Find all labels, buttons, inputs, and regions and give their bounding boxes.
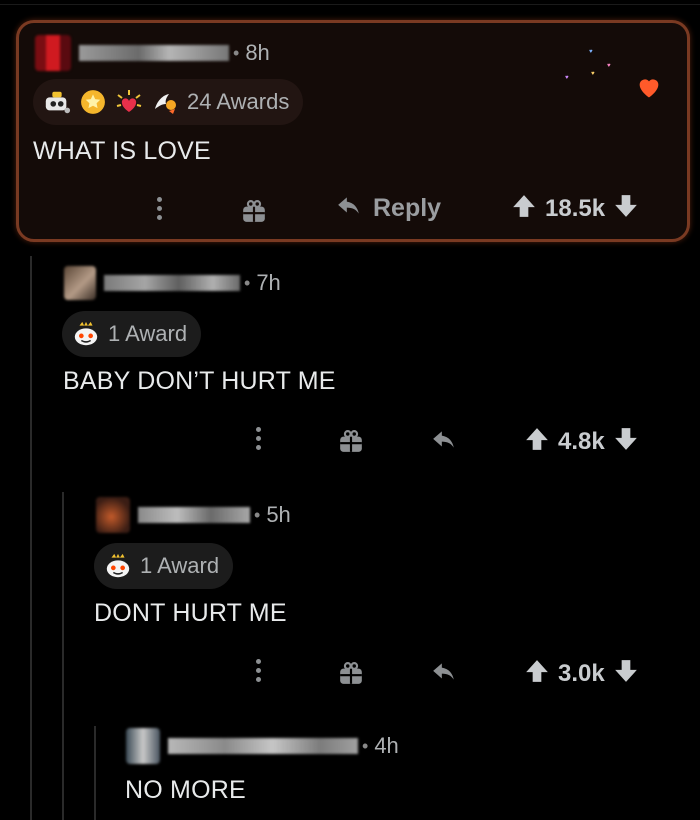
avatar[interactable] bbox=[96, 497, 130, 533]
star-award-icon bbox=[79, 88, 107, 116]
downvote-icon[interactable] bbox=[613, 658, 639, 689]
kebab-menu-icon bbox=[254, 659, 262, 682]
awards-pill[interactable]: 24 Awards bbox=[33, 79, 304, 125]
heart-burst-award-icon bbox=[115, 88, 143, 116]
reply-button[interactable] bbox=[430, 659, 458, 690]
comment-body: DONT HURT ME bbox=[94, 599, 287, 627]
awards-pill[interactable]: 1 Award bbox=[94, 543, 234, 589]
snoo-award-icon bbox=[104, 552, 132, 580]
upvote-icon[interactable] bbox=[511, 193, 537, 224]
comment-body: WHAT IS LOVE bbox=[33, 137, 211, 165]
more-options-button[interactable] bbox=[155, 197, 163, 220]
separator-dot: • bbox=[233, 42, 240, 63]
vote-controls: 18.5k bbox=[511, 193, 639, 224]
username-redacted[interactable] bbox=[168, 738, 358, 754]
gift-icon bbox=[241, 198, 267, 229]
give-award-button[interactable] bbox=[338, 660, 364, 691]
top-divider bbox=[0, 4, 700, 5]
awards-count: 1 Award bbox=[140, 553, 220, 578]
comment-meta: • 7h bbox=[64, 266, 281, 300]
separator-dot: • bbox=[362, 735, 369, 756]
reply-label: Reply bbox=[373, 194, 442, 222]
more-options-button[interactable] bbox=[254, 659, 262, 682]
upvote-icon[interactable] bbox=[524, 426, 550, 457]
separator-dot: • bbox=[244, 272, 251, 293]
comment-body: NO MORE bbox=[125, 776, 246, 804]
downvote-icon[interactable] bbox=[613, 426, 639, 457]
awards-count: 24 Awards bbox=[187, 89, 290, 114]
awards-count: 1 Award bbox=[108, 321, 188, 346]
wings-award-icon bbox=[151, 88, 179, 116]
comment-age: 5h bbox=[266, 502, 291, 527]
comment-meta: • 4h bbox=[126, 728, 399, 764]
score: 18.5k bbox=[545, 194, 606, 222]
username-redacted[interactable] bbox=[79, 45, 229, 61]
vote-controls: 3.0k bbox=[524, 658, 639, 689]
upvote-icon[interactable] bbox=[524, 658, 550, 689]
username-redacted[interactable] bbox=[104, 275, 240, 291]
comment-age: 7h bbox=[256, 270, 281, 295]
give-award-button[interactable] bbox=[241, 198, 267, 229]
gift-icon bbox=[338, 428, 364, 459]
heart-icon bbox=[635, 73, 663, 101]
comment-highlighted[interactable]: • 8h ♥ ♥ ♥ ♥ 24 Awards WHAT IS LOVE Repl… bbox=[16, 20, 690, 242]
reply-arrow-icon bbox=[335, 193, 363, 224]
reply-arrow-icon bbox=[430, 659, 458, 690]
awards-pill[interactable]: 1 Award bbox=[62, 311, 202, 357]
downvote-icon[interactable] bbox=[613, 193, 639, 224]
comment-age: 4h bbox=[374, 733, 399, 758]
comment-meta: • 5h bbox=[96, 497, 291, 533]
separator-dot: • bbox=[254, 504, 261, 525]
comment-meta: • 8h bbox=[35, 35, 270, 71]
thread-line[interactable] bbox=[62, 492, 64, 820]
score: 3.0k bbox=[558, 659, 605, 687]
more-options-button[interactable] bbox=[254, 427, 262, 450]
comment-age: 8h bbox=[245, 40, 270, 65]
comment-body: BABY DON’T HURT ME bbox=[63, 367, 336, 395]
reply-button[interactable]: Reply bbox=[335, 193, 441, 224]
thread-line[interactable] bbox=[94, 726, 96, 820]
kebab-menu-icon bbox=[254, 427, 262, 450]
give-award-button[interactable] bbox=[338, 428, 364, 459]
reply-arrow-icon bbox=[430, 427, 458, 458]
gift-icon bbox=[338, 660, 364, 691]
kebab-menu-icon bbox=[155, 197, 163, 220]
thread-line[interactable] bbox=[30, 256, 32, 820]
avatar[interactable] bbox=[35, 35, 71, 71]
score: 4.8k bbox=[558, 427, 605, 455]
avatar[interactable] bbox=[64, 266, 96, 300]
username-redacted[interactable] bbox=[138, 507, 250, 523]
robot-award-icon bbox=[43, 88, 71, 116]
reply-button[interactable] bbox=[430, 427, 458, 458]
snoo-award-icon bbox=[72, 320, 100, 348]
avatar[interactable] bbox=[126, 728, 160, 764]
vote-controls: 4.8k bbox=[524, 426, 639, 457]
